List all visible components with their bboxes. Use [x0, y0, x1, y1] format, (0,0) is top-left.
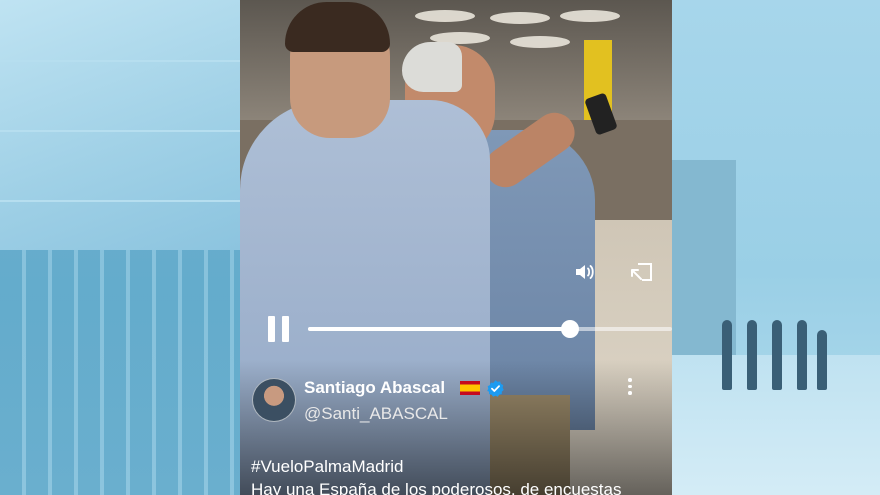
progress-track[interactable] — [308, 320, 672, 338]
ceiling-light — [510, 36, 570, 48]
background-left-building — [0, 0, 240, 495]
ceiling-light — [415, 10, 475, 22]
cast-icon[interactable] — [629, 259, 655, 285]
volume-icon[interactable] — [573, 260, 597, 284]
hashtag-link[interactable]: #VueloPalmaMadrid — [251, 457, 403, 477]
pause-bar — [282, 316, 289, 342]
crowd-figure — [772, 320, 782, 390]
progress-knob[interactable] — [561, 320, 580, 338]
facade-line — [0, 60, 240, 62]
more-options-icon[interactable] — [626, 378, 634, 398]
ceiling-light — [560, 10, 620, 22]
author-name[interactable]: Santiago Abascal — [304, 378, 445, 398]
tweet-text: Hay una España de los poderosos, de encu… — [251, 480, 622, 495]
avatar[interactable] — [252, 378, 296, 422]
glass-windows — [0, 250, 240, 495]
facade-line — [0, 200, 240, 202]
crowd-figure — [797, 320, 807, 390]
pause-button[interactable] — [268, 316, 290, 342]
ceiling-light — [490, 12, 550, 24]
progress-fill — [308, 327, 571, 331]
building-facade — [0, 0, 240, 250]
crowd-figure — [722, 320, 732, 390]
crowd-figure — [747, 320, 757, 390]
pause-bar — [268, 316, 275, 342]
verified-icon — [486, 379, 505, 398]
background-right-scene — [672, 0, 880, 495]
video-player[interactable]: Santiago Abascal @Santi_ABASCAL #VueloPa… — [240, 0, 672, 495]
video-person-hair — [402, 42, 462, 92]
spain-flag-icon — [460, 381, 480, 395]
author-handle[interactable]: @Santi_ABASCAL — [304, 404, 448, 424]
facade-line — [0, 130, 240, 132]
crowd-figure — [817, 330, 827, 390]
